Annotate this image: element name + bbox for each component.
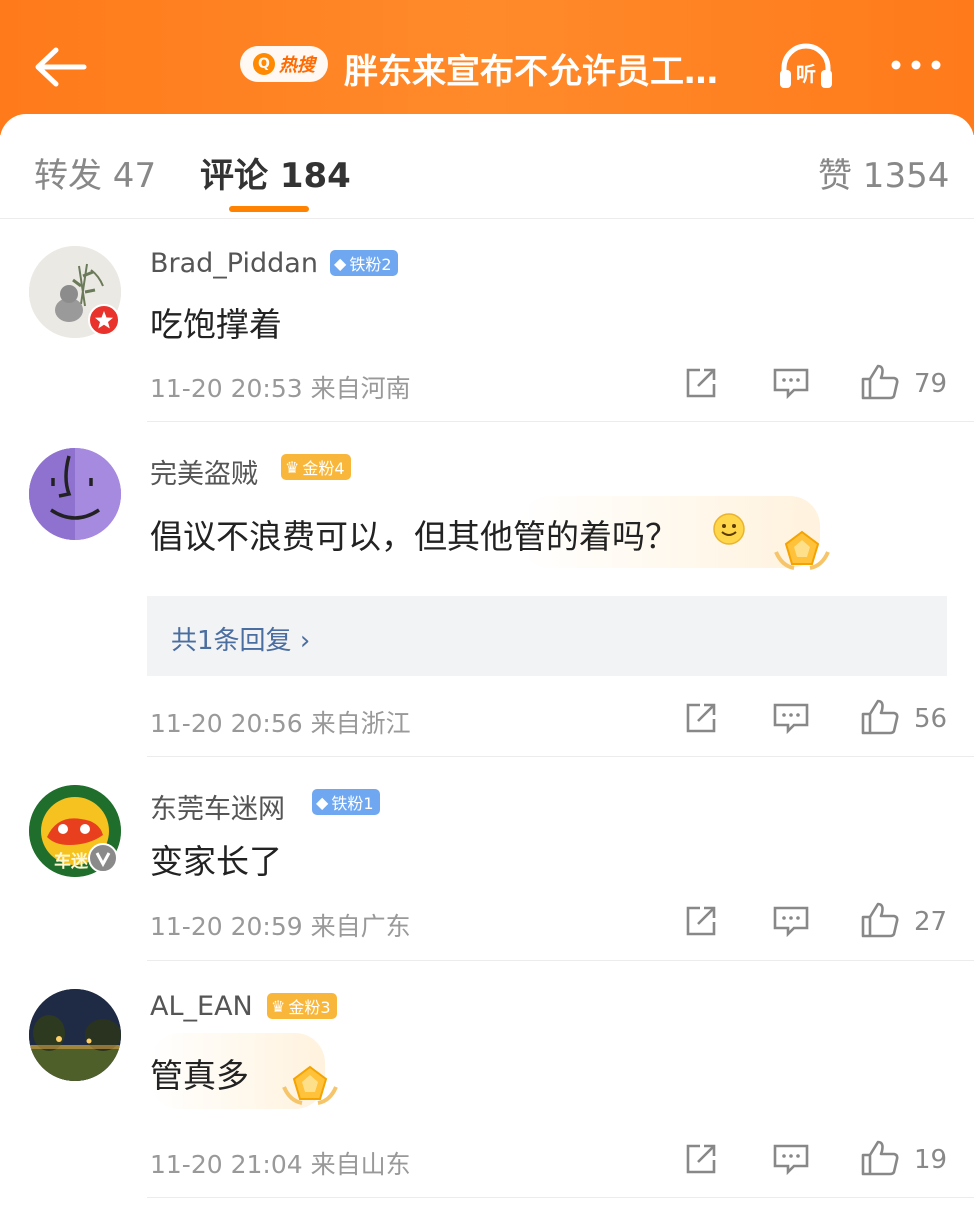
tab-repost[interactable]: 转发 47	[34, 148, 156, 197]
username[interactable]: 东莞车迷网	[150, 787, 285, 826]
like-icon[interactable]	[860, 901, 900, 939]
comment-time: 11-20 21:04 来自山东	[150, 1150, 411, 1179]
tab-comments[interactable]: 评论 184	[200, 148, 351, 197]
share-icon[interactable]	[684, 1142, 718, 1176]
like-count: 56	[914, 704, 948, 734]
active-tab-indicator	[229, 206, 309, 212]
username[interactable]: Brad_Piddan	[150, 248, 318, 279]
diamond-icon: ◆	[316, 792, 329, 812]
hot-search-label: 热搜	[279, 55, 315, 76]
share-icon[interactable]	[684, 701, 718, 735]
share-icon[interactable]	[684, 904, 718, 938]
comment-text: 变家长了	[150, 842, 282, 881]
like-icon[interactable]	[860, 698, 900, 736]
finder-face-image	[29, 448, 121, 540]
diamond-icon: ◆	[334, 253, 347, 273]
comment-text: 吃饱撑着	[150, 305, 282, 344]
fan-badge-label: 金粉3	[288, 998, 331, 1017]
like-count: 19	[914, 1145, 948, 1175]
chevron-right-icon: ›	[299, 626, 311, 656]
like-count: 79	[914, 369, 948, 399]
fan-badge-label: 铁粉2	[349, 255, 392, 274]
comment-time: 11-20 20:56 来自浙江	[150, 709, 411, 738]
avatar[interactable]	[29, 448, 121, 540]
fan-badge-label: 金粉4	[302, 459, 345, 478]
comment-time: 11-20 20:59 来自广东	[150, 912, 411, 941]
avatar-logo-text: 车迷	[54, 851, 89, 872]
crown-icon: ♛	[271, 996, 286, 1016]
back-arrow-icon[interactable]	[30, 42, 90, 92]
comment-icon[interactable]	[772, 904, 810, 938]
comment-icon[interactable]	[772, 1142, 810, 1176]
fan-badge: ♛ 金粉3	[267, 993, 337, 1019]
verified-gray-icon	[88, 843, 118, 873]
comment-text: 倡议不浪费可以，但其他管的着吗？	[150, 517, 678, 556]
listen-label: 听	[796, 62, 816, 86]
hot-search-badge[interactable]: Q 热搜	[240, 46, 328, 82]
more-dots-icon[interactable]	[888, 52, 944, 78]
comment-icon[interactable]	[772, 701, 810, 735]
username[interactable]: AL_EAN	[150, 991, 253, 1022]
fan-badge: ♛ 金粉4	[281, 454, 351, 480]
crown-icon: ♛	[285, 457, 300, 477]
tab-bar: 转发 47 评论 184 赞 1354	[0, 114, 974, 219]
fan-badge: ◆ 铁粉1	[312, 789, 380, 815]
reply-summary[interactable]: 共1条回复 ›	[147, 596, 947, 676]
username[interactable]: 完美盗贼	[150, 452, 258, 491]
comment-time: 11-20 20:53 来自河南	[150, 374, 411, 403]
headphones-icon[interactable]: 听	[776, 40, 836, 92]
gold-fan-medal-icon	[774, 530, 830, 570]
avatar[interactable]	[29, 989, 121, 1081]
like-icon[interactable]	[860, 363, 900, 401]
divider	[147, 960, 974, 961]
fan-badge: ◆ 铁粉2	[330, 250, 398, 276]
like-icon[interactable]	[860, 1139, 900, 1177]
like-count: 27	[914, 907, 948, 937]
share-icon[interactable]	[684, 366, 718, 400]
night-park-photo	[29, 989, 121, 1081]
verified-red-icon	[88, 304, 120, 336]
divider	[147, 421, 974, 422]
comment-text: 管真多	[150, 1056, 249, 1095]
gold-fan-medal-icon	[282, 1065, 338, 1105]
smile-emoji-icon	[713, 513, 745, 545]
divider	[147, 1197, 974, 1198]
divider	[147, 756, 974, 757]
reply-count-link[interactable]: 共1条回复 ›	[171, 620, 310, 657]
tab-likes[interactable]: 赞 1354	[818, 148, 949, 197]
fan-badge-label: 铁粉1	[331, 794, 374, 813]
search-icon: Q	[253, 53, 275, 75]
comment-icon[interactable]	[772, 366, 810, 400]
page-title: 胖东来宣布不允许员工…	[344, 52, 718, 92]
